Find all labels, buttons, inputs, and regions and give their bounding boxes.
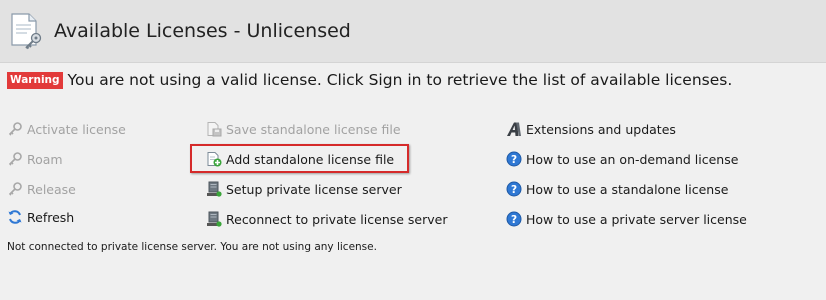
roam-key-icon xyxy=(8,152,22,166)
server-reconnect-icon xyxy=(207,211,222,227)
server-icon xyxy=(207,181,222,197)
roam-label: Roam xyxy=(27,151,63,167)
activate-license-label: Activate license xyxy=(27,121,126,137)
help-icon: ? xyxy=(506,181,522,197)
activate-license-link[interactable]: Activate license xyxy=(7,119,126,139)
svg-text:?: ? xyxy=(511,214,517,226)
roam-link[interactable]: Roam xyxy=(7,149,63,169)
highlight-box xyxy=(190,144,409,173)
help-standalone-license-label: How to use a standalone license xyxy=(526,181,729,197)
page-title: Available Licenses - Unlicensed xyxy=(54,20,351,42)
reconnect-private-license-server-link[interactable]: Reconnect to private license server xyxy=(206,209,447,229)
extensions-and-updates-link[interactable]: Extensions and updates xyxy=(506,119,676,139)
help-private-server-license-link[interactable]: ? How to use a private server license xyxy=(506,209,747,229)
license-document-icon xyxy=(11,13,42,50)
header-bar: Available Licenses - Unlicensed xyxy=(0,0,826,63)
setup-private-license-server-link[interactable]: Setup private license server xyxy=(206,179,402,199)
save-file-icon xyxy=(207,122,222,137)
release-link[interactable]: Release xyxy=(7,179,76,199)
help-on-demand-license-label: How to use an on-demand license xyxy=(526,151,739,167)
help-icon: ? xyxy=(506,151,522,167)
help-on-demand-license-link[interactable]: ? How to use an on-demand license xyxy=(506,149,738,169)
warning-badge: Warning xyxy=(7,71,63,89)
setup-private-license-server-label: Setup private license server xyxy=(226,181,402,197)
status-text: Not connected to private license server.… xyxy=(7,241,377,253)
svg-text:?: ? xyxy=(511,154,517,166)
refresh-link[interactable]: Refresh xyxy=(7,207,74,227)
reconnect-private-license-server-label: Reconnect to private license server xyxy=(226,211,448,227)
refresh-icon xyxy=(8,210,22,224)
key-icon xyxy=(8,122,22,136)
save-standalone-license-label: Save standalone license file xyxy=(226,121,401,137)
warning-text: You are not using a valid license. Click… xyxy=(67,71,733,89)
help-private-server-license-label: How to use a private server license xyxy=(526,211,747,227)
extensions-and-updates-label: Extensions and updates xyxy=(526,121,676,137)
svg-text:?: ? xyxy=(511,184,517,196)
release-label: Release xyxy=(27,181,76,197)
help-standalone-license-link[interactable]: ? How to use a standalone license xyxy=(506,179,728,199)
help-icon: ? xyxy=(506,211,522,227)
save-standalone-license-link[interactable]: Save standalone license file xyxy=(206,119,401,139)
warning-message: Warning You are not using a valid licens… xyxy=(7,71,732,89)
extensions-icon xyxy=(507,122,521,136)
release-key-icon xyxy=(8,182,22,196)
refresh-label: Refresh xyxy=(27,209,75,225)
